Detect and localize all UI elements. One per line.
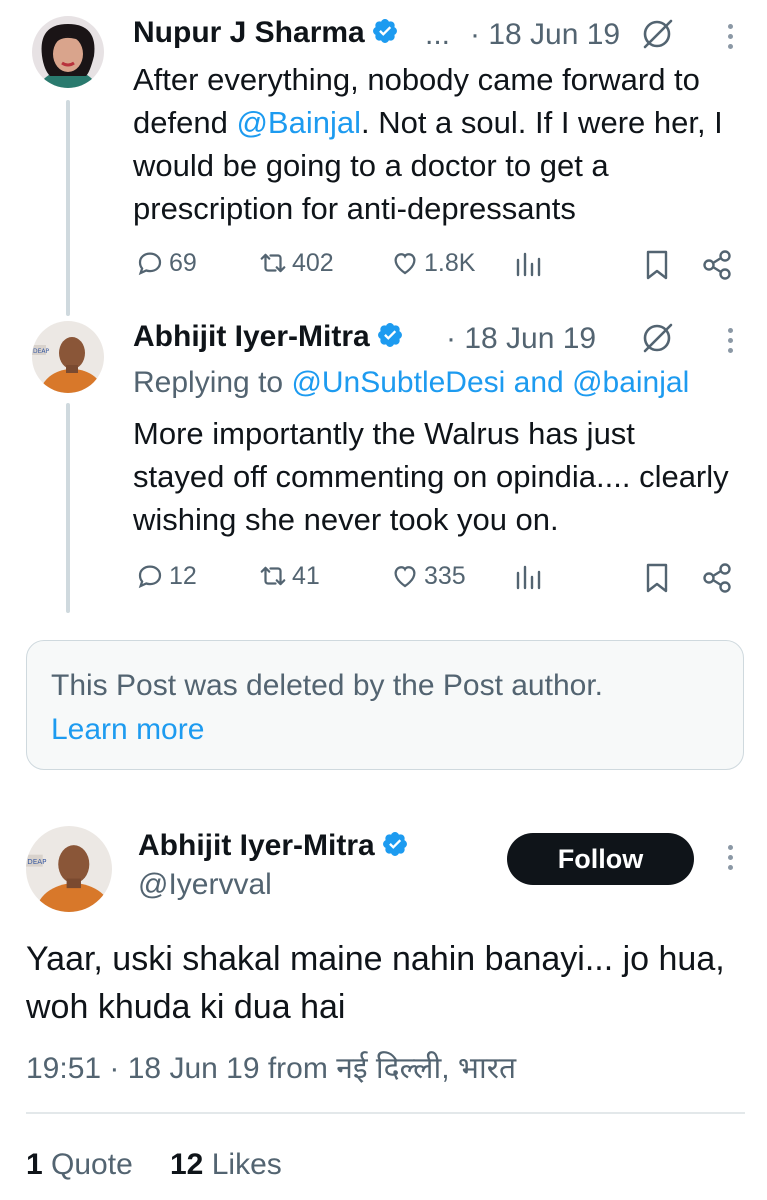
like-count: 1.8K [424,248,476,277]
thread-connector [66,100,70,316]
quotes-stat[interactable]: 1 Quote [26,1148,133,1182]
repost-count: 402 [292,248,334,277]
author-name[interactable]: Abhijit Iyer-Mitra [133,320,370,353]
timestamp[interactable]: · 18 Jun 19 [446,322,596,356]
tweet-text: After everything, nobody came forward to… [133,58,753,230]
bookmark-icon[interactable] [640,561,674,595]
reply-button[interactable]: 69 [135,248,197,278]
repost-button[interactable]: 402 [258,248,334,278]
reply-button[interactable]: 12 [135,561,197,591]
tweet-location: नई दिल्ली, भारत [336,1052,517,1085]
likes-stat[interactable]: 12 Likes [170,1148,282,1182]
avatar-abhijit[interactable]: DEAP [32,321,104,393]
mention-link[interactable]: @Bainjal [236,105,361,140]
author-name[interactable]: Abhijit Iyer-Mitra [138,829,375,862]
verified-badge-icon [381,830,409,858]
more-options-icon[interactable] [726,328,734,353]
replying-label: Replying to [133,366,292,399]
mention-link[interactable]: @bainjal [572,366,689,399]
svg-text:DEAP: DEAP [33,348,50,355]
author-handle[interactable]: @Iyervval [138,868,272,902]
learn-more-link[interactable]: Learn more [51,713,204,747]
like-button[interactable]: 1.8K [390,248,475,278]
quotes-count: 1 [26,1148,43,1181]
mention-link[interactable]: @UnSubtleDesi [291,366,505,399]
tweet-text: Yaar, uski shakal maine nahin banayi... … [26,940,725,1026]
replying-conjunction: and [505,366,573,399]
views-icon[interactable] [512,561,546,595]
verified-badge-icon [371,17,399,45]
tweet-meta: 19:51 · 18 Jun 19 from नई दिल्ली, भारत [26,1046,516,1087]
thread-connector [66,403,70,613]
quotes-label: Quote [51,1148,133,1181]
likes-label: Likes [211,1148,282,1181]
grok-icon[interactable] [640,321,674,355]
more-options-icon[interactable] [726,845,734,870]
share-icon[interactable] [700,561,734,595]
more-options-icon[interactable] [726,24,734,49]
tweet-text: More importantly the Walrus has just sta… [133,416,729,537]
tweet-date[interactable]: · 18 Jun 19 from [101,1052,336,1085]
replying-to: Replying to @UnSubtleDesi and @bainjal [133,366,689,400]
views-icon[interactable] [512,248,546,282]
deleted-post-notice: This Post was deleted by the Post author… [26,640,744,770]
like-count: 335 [424,561,466,590]
grok-icon[interactable] [640,17,674,51]
tweet-time[interactable]: 19:51 [26,1052,101,1085]
share-icon[interactable] [700,248,734,282]
follow-button[interactable]: Follow [507,833,694,885]
likes-count: 12 [170,1148,204,1181]
verified-badge-icon [376,321,404,349]
avatar-nupur[interactable] [32,16,104,88]
reply-count: 12 [169,561,197,590]
divider [26,1112,745,1114]
repost-count: 41 [292,561,320,590]
author-name[interactable]: Nupur J Sharma [133,16,365,49]
repost-button[interactable]: 41 [258,561,320,591]
svg-text:DEAP: DEAP [27,857,47,866]
reply-count: 69 [169,248,197,277]
bookmark-icon[interactable] [640,248,674,282]
avatar-abhijit[interactable]: DEAP [26,826,112,912]
timestamp[interactable]: · 18 Jun 19 [470,18,620,52]
deleted-message: This Post was deleted by the Post author… [51,669,603,702]
name-ellipsis: ... [425,18,451,51]
like-button[interactable]: 335 [390,561,466,591]
